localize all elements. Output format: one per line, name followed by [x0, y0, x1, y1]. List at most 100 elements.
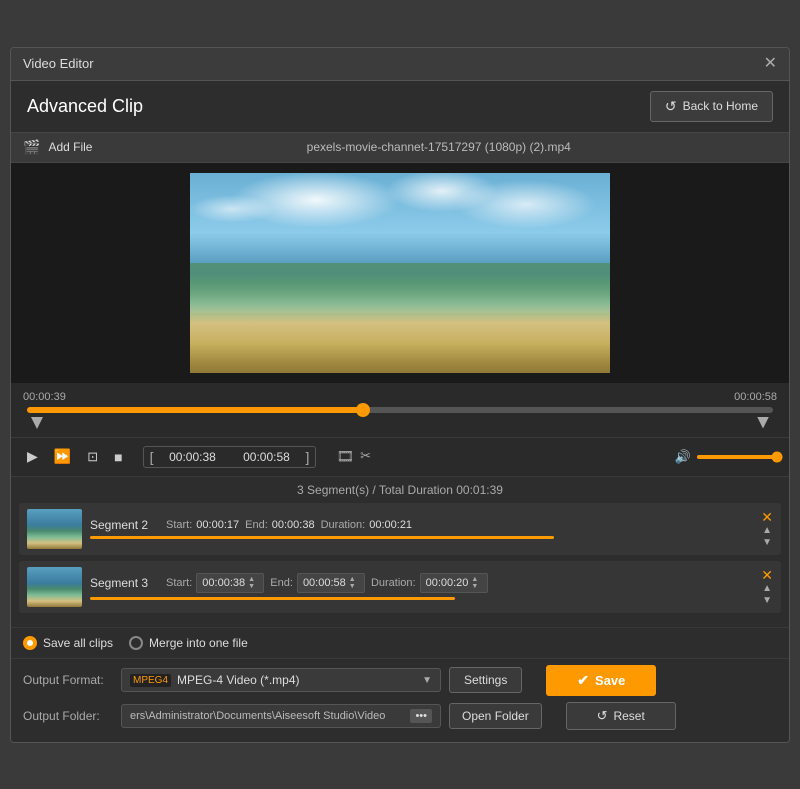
folder-row: Output Folder: ers\Administrator\Documen… — [23, 702, 777, 730]
segment-remove-button[interactable]: ✕ — [761, 568, 773, 582]
segment-progress — [90, 536, 554, 539]
format-row: Output Format: MPEG4 MPEG-4 Video (*.mp4… — [23, 665, 777, 696]
spinner-arrows[interactable]: ▲▼ — [349, 576, 356, 590]
page-title: Advanced Clip — [27, 96, 143, 117]
checkmark-icon: ✔ — [577, 672, 589, 689]
add-file-button[interactable]: Add File — [48, 140, 92, 154]
cut-icon[interactable]: ✂ — [360, 448, 371, 465]
time-range-group: [ ] — [143, 446, 317, 468]
segment-duration-value: 00:00:21 — [369, 519, 412, 531]
segment-end-input[interactable]: 00:00:58 ▲▼ — [297, 573, 365, 593]
video-preview — [190, 173, 610, 373]
dropdown-arrow-icon: ▼ — [422, 675, 432, 686]
spinner-arrows[interactable]: ▲▼ — [248, 576, 255, 590]
action-col: ✔ Save — [546, 665, 656, 696]
timeline-thumb[interactable] — [356, 403, 370, 417]
segment-name: Segment 3 — [90, 576, 160, 590]
refresh-icon: ↺ — [665, 98, 677, 115]
merge-into-one-radio[interactable] — [129, 636, 143, 650]
volume-thumb[interactable] — [772, 451, 783, 462]
trim-handles — [23, 417, 777, 429]
save-all-clips-label: Save all clips — [43, 636, 113, 650]
segment-end-field: End: 00:00:38 — [245, 519, 314, 531]
segment-end-field: End: 00:00:58 ▲▼ — [270, 573, 365, 593]
fast-forward-button[interactable]: ⏩ — [50, 446, 75, 467]
timeline-track[interactable] — [27, 407, 773, 413]
save-all-clips-option[interactable]: Save all clips — [23, 636, 113, 650]
save-button[interactable]: ✔ Save — [546, 665, 656, 696]
segment-wrap: Segment 3 Start: 00:00:38 ▲▼ End: 00:00:… — [90, 573, 753, 600]
format-icon: MPEG4 — [130, 674, 171, 687]
segment-duration-field: Duration: 00:00:21 — [321, 519, 412, 531]
folder-path-display: ers\Administrator\Documents\Aiseesoft St… — [121, 704, 441, 728]
timeline-fill — [27, 407, 363, 413]
close-button[interactable]: ✕ — [764, 56, 777, 72]
main-window: Video Editor ✕ Advanced Clip ↺ Back to H… — [10, 47, 790, 743]
back-home-button[interactable]: ↺ Back to Home — [650, 91, 773, 122]
segment-actions: ✕ ▲ ▼ — [761, 568, 773, 606]
stop-button[interactable]: ■ — [110, 447, 126, 467]
segments-list: Segment 2 Start: 00:00:17 End: 00:00:38 … — [11, 503, 789, 627]
segment-start-value: 00:00:17 — [196, 519, 239, 531]
segments-summary: 3 Segment(s) / Total Duration 00:01:39 — [11, 476, 789, 503]
reset-icon: ↺ — [597, 708, 608, 724]
segment-duration-input[interactable]: 00:00:20 ▲▼ — [420, 573, 488, 593]
settings-button[interactable]: Settings — [449, 667, 522, 693]
segment-remove-button[interactable]: ✕ — [761, 510, 773, 524]
segment-up-button[interactable]: ▲ — [762, 526, 772, 536]
video-preview-area — [11, 163, 789, 383]
open-folder-button[interactable]: Open Folder — [449, 703, 542, 729]
format-text: MPEG-4 Video (*.mp4) — [177, 673, 416, 687]
time-labels: 00:00:39 00:00:58 — [23, 391, 777, 403]
trim-handle-left[interactable] — [31, 417, 43, 429]
trim-handle-right[interactable] — [757, 417, 769, 429]
merge-into-one-option[interactable]: Merge into one file — [129, 636, 248, 650]
volume-track[interactable] — [697, 455, 777, 459]
segment-up-button[interactable]: ▲ — [762, 584, 772, 594]
time-start-label: 00:00:39 — [23, 391, 66, 403]
volume-group: 🔊 — [675, 449, 777, 465]
segment-thumbnail — [27, 567, 82, 607]
action-col-reset: ↺ Reset — [566, 702, 676, 730]
segment-duration-field: Duration: 00:00:20 ▲▼ — [371, 573, 488, 593]
format-select[interactable]: MPEG4 MPEG-4 Video (*.mp4) ▼ — [121, 668, 441, 692]
segment-progress — [90, 597, 455, 600]
add-file-icon: 🎬 — [23, 139, 40, 156]
folder-path-text: ers\Administrator\Documents\Aiseesoft St… — [130, 710, 385, 722]
header-bar: Advanced Clip ↺ Back to Home — [11, 81, 789, 133]
reset-button[interactable]: ↺ Reset — [566, 702, 676, 730]
table-row: Segment 2 Start: 00:00:17 End: 00:00:38 … — [19, 503, 781, 555]
volume-icon: 🔊 — [675, 449, 691, 465]
segment-name: Segment 2 — [90, 518, 160, 532]
folder-label: Output Folder: — [23, 709, 113, 723]
segment-row-top: Segment 3 Start: 00:00:38 ▲▼ End: 00:00:… — [90, 573, 753, 593]
radio-inner — [27, 640, 33, 646]
format-label: Output Format: — [23, 673, 113, 687]
segment-down-button[interactable]: ▼ — [762, 596, 772, 606]
play-button[interactable]: ▶ — [23, 446, 42, 467]
output-section: Output Format: MPEG4 MPEG-4 Video (*.mp4… — [11, 658, 789, 742]
segment-start-field: Start: 00:00:17 — [166, 519, 239, 531]
bracket-right-icon: ] — [305, 449, 309, 465]
segment-start-input[interactable]: 00:00:38 ▲▼ — [196, 573, 264, 593]
bracket-left-icon: [ — [150, 449, 154, 465]
save-options-bar: Save all clips Merge into one file — [11, 627, 789, 658]
bracket-out-button[interactable]: ⊡ — [83, 447, 102, 467]
segment-actions: ✕ ▲ ▼ — [761, 510, 773, 548]
file-name-label: pexels-movie-channet-17517297 (1080p) (2… — [100, 140, 777, 154]
time-end-label: 00:00:58 — [734, 391, 777, 403]
browse-folder-button[interactable]: ••• — [410, 709, 432, 723]
save-all-clips-radio[interactable] — [23, 636, 37, 650]
title-bar: Video Editor ✕ — [11, 48, 789, 81]
film-icon[interactable]: 🎞 — [336, 448, 354, 465]
table-row: Segment 3 Start: 00:00:38 ▲▼ End: 00:00:… — [19, 561, 781, 613]
merge-into-one-label: Merge into one file — [149, 636, 248, 650]
window-title: Video Editor — [23, 56, 94, 71]
segment-thumbnail — [27, 509, 82, 549]
range-start-input[interactable] — [157, 450, 227, 464]
range-end-input[interactable] — [231, 450, 301, 464]
toolbar-bar: 🎬 Add File pexels-movie-channet-17517297… — [11, 133, 789, 163]
spinner-arrows[interactable]: ▲▼ — [471, 576, 478, 590]
segment-down-button[interactable]: ▼ — [762, 538, 772, 548]
controls-bar: ▶ ⏩ ⊡ ■ [ ] 🎞 ✂ 🔊 — [11, 437, 789, 476]
